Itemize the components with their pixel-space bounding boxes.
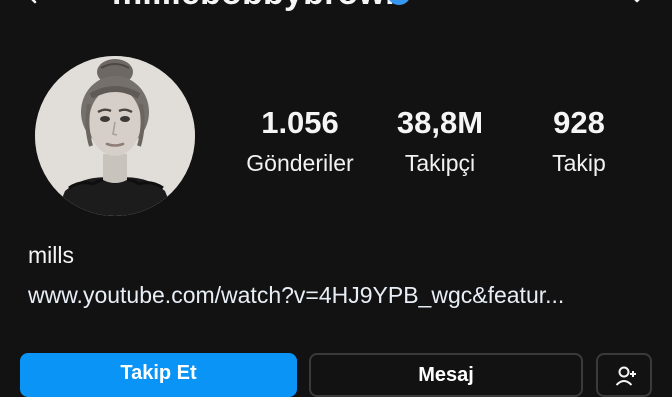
profile-header: milliebobbybrown xyxy=(0,0,672,14)
bio-name: mills xyxy=(28,242,74,268)
following-count: 928 xyxy=(553,105,605,140)
suggested-accounts-button[interactable] xyxy=(596,353,652,397)
profile-photo xyxy=(35,56,195,216)
verified-badge-icon xyxy=(389,0,409,5)
posts-count: 1.056 xyxy=(261,105,339,140)
following-label: Takip xyxy=(552,150,606,176)
followers-count: 38,8M xyxy=(396,105,484,140)
follow-button[interactable]: Takip Et xyxy=(20,353,297,397)
posts-label: Gönderiler xyxy=(246,150,354,176)
profile-avatar[interactable] xyxy=(35,56,195,216)
stat-followers[interactable]: 38,8M Takipçi xyxy=(384,104,496,178)
profile-username: milliebobbybrown xyxy=(112,0,406,13)
chevron-down-icon[interactable] xyxy=(626,0,648,8)
stat-following[interactable]: 928 Takip xyxy=(536,104,622,178)
stat-posts[interactable]: 1.056 Gönderiler xyxy=(232,104,368,178)
person-add-icon xyxy=(615,366,636,386)
back-arrow-icon[interactable] xyxy=(20,0,44,6)
bio-link[interactable]: www.youtube.com/watch?v=4HJ9YPB_wgc&feat… xyxy=(28,280,564,310)
followers-label: Takipçi xyxy=(404,150,476,176)
message-button[interactable]: Mesaj xyxy=(309,353,583,397)
